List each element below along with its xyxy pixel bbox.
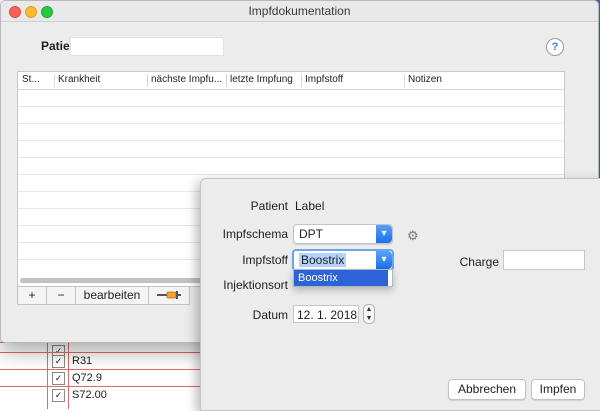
vaccine-popup[interactable]: Boostrix ▾ <box>292 249 394 271</box>
chevron-down-icon: ▾ <box>376 251 392 269</box>
diagnosis-code: S72.00 <box>72 389 107 401</box>
vaccine-dropdown-menu: Boostrix <box>293 269 393 287</box>
charge-input[interactable] <box>503 250 585 270</box>
diagnosis-code: R31 <box>72 355 93 367</box>
grid-line <box>47 338 48 409</box>
schema-label: Impfschema <box>222 227 288 241</box>
add-button[interactable]: + <box>17 286 47 305</box>
diagnosis-code: Q72.9 <box>72 372 102 384</box>
column-separator <box>147 74 148 87</box>
column-header-vaccine[interactable]: Impfstoff <box>305 74 400 85</box>
vaccine-value: Boostrix <box>299 253 347 267</box>
table-row: ✓ Q72.9 <box>0 369 200 387</box>
column-header-last-vaccination[interactable]: letzte Impfung <box>230 74 300 85</box>
sheet-patient-value: Label <box>295 199 325 213</box>
table-header: St... Krankheit nächste Impfu... letzte … <box>18 72 564 90</box>
column-separator <box>54 74 55 87</box>
date-label: Datum <box>252 308 288 322</box>
sheet-patient-label: Patient <box>250 199 288 213</box>
schema-popup[interactable]: DPT ▾ <box>293 224 393 244</box>
grid-line <box>68 338 69 409</box>
vaccinate-confirm-button[interactable]: Impfen <box>531 379 585 400</box>
remove-button[interactable]: − <box>46 286 76 305</box>
gear-icon[interactable]: ⚙ <box>407 228 419 244</box>
vaccine-label: Impfstoff <box>242 253 288 267</box>
column-header-notes[interactable]: Notizen <box>408 74 488 85</box>
charge-label: Charge <box>459 255 499 269</box>
window-title: Impfdokumentation <box>248 4 351 18</box>
date-picker[interactable]: 12. 1. 2018 <box>293 305 359 323</box>
menu-item-vaccine-option[interactable]: Boostrix <box>294 270 388 286</box>
date-stepper[interactable]: ▲ ▼ <box>363 304 375 324</box>
column-header-status[interactable]: St... <box>22 74 44 85</box>
table-row: ✓ S72.00 <box>0 386 200 404</box>
column-separator <box>404 74 405 87</box>
syringe-icon <box>157 291 181 299</box>
table-row <box>18 106 564 107</box>
checkbox[interactable]: ✓ <box>52 389 65 402</box>
column-separator <box>301 74 302 87</box>
help-button[interactable]: ? <box>546 38 564 56</box>
patient-field[interactable] <box>70 37 224 56</box>
title-bar: Impfdokumentation <box>1 1 598 22</box>
chevron-down-icon: ▾ <box>376 225 392 243</box>
table-row <box>18 140 564 141</box>
column-separator <box>226 74 227 87</box>
edit-button[interactable]: bearbeiten <box>75 286 149 305</box>
column-header-disease[interactable]: Krankheit <box>58 74 146 85</box>
vaccination-sheet: Patient Label Impfschema DPT ▾ ⚙ Impfsto… <box>200 178 600 411</box>
checkbox[interactable]: ✓ <box>52 372 65 385</box>
checkbox[interactable]: ✓ <box>52 355 65 368</box>
column-header-next-vaccination[interactable]: nächste Impfu... <box>151 74 226 85</box>
table-row: ✓ R31 <box>0 352 200 370</box>
schema-value: DPT <box>299 227 323 241</box>
table-row <box>18 174 564 175</box>
table-row <box>18 123 564 124</box>
vaccinate-button[interactable] <box>148 286 190 305</box>
injection-site-label: Injektionsort <box>223 278 288 292</box>
table-row <box>18 157 564 158</box>
background-table: ✓ ✓ R31 ✓ Q72.9 ✓ S72.00 <box>0 338 200 409</box>
cancel-button[interactable]: Abbrechen <box>448 379 526 400</box>
